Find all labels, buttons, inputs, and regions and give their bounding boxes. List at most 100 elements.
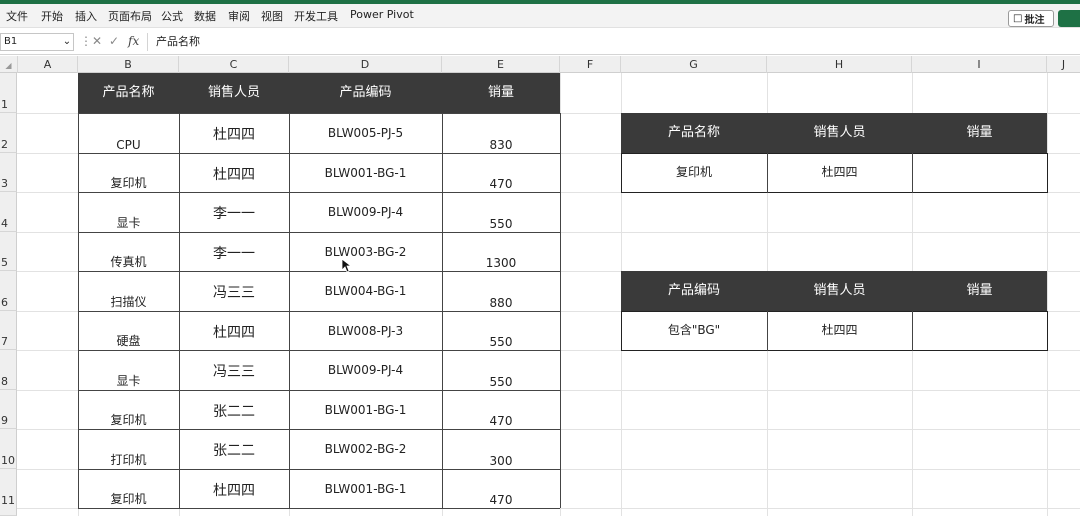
cell-product-name[interactable]: 复印机 [78, 469, 179, 508]
cell-product-code[interactable]: BLW004-BG-1 [289, 271, 442, 311]
cell-sales[interactable]: 1300 [442, 232, 560, 271]
cell-product-code[interactable]: BLW009-PJ-4 [289, 192, 442, 232]
cell-product-code[interactable]: BLW001-BG-1 [289, 469, 442, 508]
cell-product-name[interactable]: 显卡 [78, 192, 179, 232]
cell-sales[interactable] [912, 153, 1047, 192]
row-header-8[interactable]: 8 [0, 350, 17, 390]
table-border-line [78, 350, 560, 351]
row-header-1[interactable]: 1 [0, 73, 17, 113]
tab-insert[interactable]: 插入 [75, 8, 97, 24]
cell-product-name[interactable]: 打印机 [78, 429, 179, 469]
header-product-code[interactable]: 产品编码 [621, 271, 767, 311]
comments-button[interactable]: □ 批注 [1008, 10, 1054, 27]
cell-sales[interactable]: 830 [442, 113, 560, 153]
column-header-h[interactable]: H [767, 56, 912, 73]
chevron-down-icon[interactable]: ⌄ [60, 33, 74, 51]
cell-salesperson[interactable]: 张二二 [179, 390, 289, 429]
enter-icon[interactable]: ✓ [109, 34, 119, 48]
cell-product-code[interactable]: BLW002-BG-2 [289, 429, 442, 469]
insert-function-icon[interactable]: fx [128, 34, 139, 48]
cell-salesperson[interactable]: 杜四四 [179, 153, 289, 192]
formula-bar: B1 ⌄ ⋮ ✕ ✓ fx 产品名称 [0, 29, 1080, 55]
column-header-c[interactable]: C [179, 56, 289, 73]
column-header-g[interactable]: G [621, 56, 767, 73]
cell-sales[interactable] [912, 311, 1047, 350]
cell-sales[interactable]: 550 [442, 192, 560, 232]
cell-salesperson[interactable]: 杜四四 [767, 153, 912, 192]
select-all-corner[interactable]: ◢ [0, 56, 18, 73]
header-sales[interactable]: 销量 [912, 113, 1047, 153]
table-border-line [767, 311, 768, 351]
tab-home[interactable]: 开始 [41, 8, 63, 24]
cell-product-name[interactable]: 硬盘 [78, 311, 179, 350]
cell-product-name[interactable]: CPU [78, 113, 179, 153]
tab-data[interactable]: 数据 [194, 8, 216, 24]
cell-product-code[interactable]: 包含"BG" [621, 311, 767, 350]
column-header-a[interactable]: A [18, 56, 78, 73]
formula-input[interactable]: 产品名称 [147, 33, 1080, 51]
header-product-name[interactable]: 产品名称 [78, 73, 179, 113]
column-header-i[interactable]: I [912, 56, 1047, 73]
tab-formulas[interactable]: 公式 [161, 8, 183, 24]
cell-salesperson[interactable]: 李一一 [179, 232, 289, 271]
cell-product-name[interactable]: 传真机 [78, 232, 179, 271]
cell-product-name[interactable]: 扫描仪 [78, 271, 179, 311]
column-header-d[interactable]: D [289, 56, 442, 73]
tab-page-layout[interactable]: 页面布局 [108, 8, 152, 24]
header-salesperson[interactable]: 销售人员 [767, 113, 912, 153]
header-salesperson[interactable]: 销售人员 [767, 271, 912, 311]
row-header-9[interactable]: 9 [0, 390, 17, 429]
cancel-icon[interactable]: ✕ [92, 34, 102, 48]
cell-sales[interactable]: 300 [442, 429, 560, 469]
header-product-name[interactable]: 产品名称 [621, 113, 767, 153]
row-header-5[interactable]: 5 [0, 232, 17, 271]
cell-sales[interactable]: 470 [442, 153, 560, 192]
cell-product-name[interactable]: 显卡 [78, 350, 179, 390]
cell-salesperson[interactable]: 杜四四 [179, 469, 289, 508]
cell-product-code[interactable]: BLW009-PJ-4 [289, 350, 442, 390]
tab-power-pivot[interactable]: Power Pivot [350, 8, 414, 21]
column-header-j[interactable]: J [1047, 56, 1080, 73]
cell-salesperson[interactable]: 杜四四 [179, 311, 289, 350]
table-border-line [78, 390, 560, 391]
cell-sales[interactable]: 880 [442, 271, 560, 311]
cell-salesperson[interactable]: 冯三三 [179, 271, 289, 311]
tab-review[interactable]: 审阅 [228, 8, 250, 24]
cell-sales[interactable]: 470 [442, 390, 560, 429]
cell-salesperson[interactable]: 杜四四 [767, 311, 912, 350]
row-header-10[interactable]: 10 [0, 429, 17, 469]
cell-salesperson[interactable]: 李一一 [179, 192, 289, 232]
cell-product-code[interactable]: BLW008-PJ-3 [289, 311, 442, 350]
cell-product-name[interactable]: 复印机 [78, 390, 179, 429]
tab-developer[interactable]: 开发工具 [294, 8, 338, 24]
cell-salesperson[interactable]: 杜四四 [179, 113, 289, 153]
header-product-code[interactable]: 产品编码 [289, 73, 442, 113]
tab-file[interactable]: 文件 [6, 8, 28, 24]
cell-sales[interactable]: 550 [442, 311, 560, 350]
header-sales[interactable]: 销量 [912, 271, 1047, 311]
cell-salesperson[interactable]: 张二二 [179, 429, 289, 469]
row-header-6[interactable]: 6 [0, 271, 17, 311]
column-header-f[interactable]: F [560, 56, 621, 73]
header-salesperson[interactable]: 销售人员 [179, 73, 289, 113]
share-button[interactable] [1058, 10, 1080, 27]
cell-product-code[interactable]: BLW005-PJ-5 [289, 113, 442, 153]
cell-product-code[interactable]: BLW001-BG-1 [289, 390, 442, 429]
comments-label: 批注 [1024, 15, 1045, 26]
cell-salesperson[interactable]: 冯三三 [179, 350, 289, 390]
cell-product-name[interactable]: 复印机 [78, 153, 179, 192]
row-header-11[interactable]: 11 [0, 469, 17, 516]
row-header-4[interactable]: 4 [0, 192, 17, 232]
column-header-e[interactable]: E [442, 56, 560, 73]
row-header-7[interactable]: 7 [0, 311, 17, 350]
row-header-3[interactable]: 3 [0, 153, 17, 192]
tab-view[interactable]: 视图 [261, 8, 283, 24]
cell-sales[interactable]: 550 [442, 350, 560, 390]
column-header-b[interactable]: B [78, 56, 179, 73]
cell-sales[interactable]: 470 [442, 469, 560, 508]
cell-product-code[interactable]: BLW003-BG-2 [289, 232, 442, 271]
cell-product-code[interactable]: BLW001-BG-1 [289, 153, 442, 192]
header-sales[interactable]: 销量 [442, 73, 560, 113]
cell-product-name[interactable]: 复印机 [621, 153, 767, 192]
row-header-2[interactable]: 2 [0, 113, 17, 153]
